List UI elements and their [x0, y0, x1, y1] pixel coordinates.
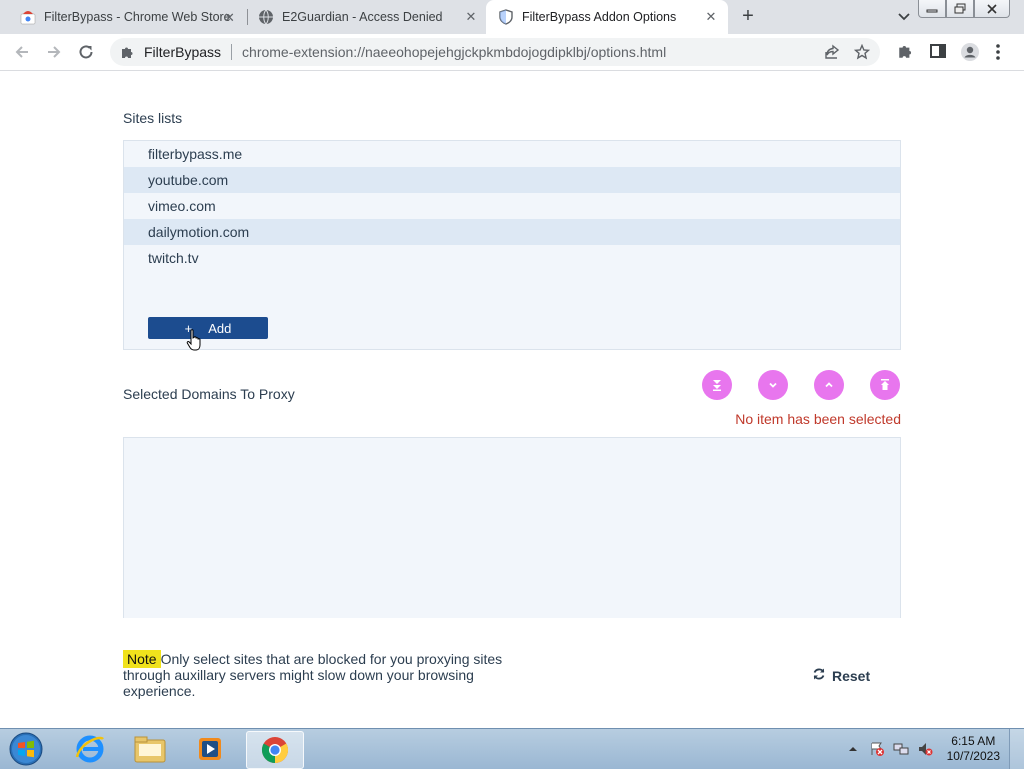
list-item[interactable]: twitch.tv	[124, 245, 900, 271]
list-item[interactable]: filterbypass.me	[124, 141, 900, 167]
more-menu-icon[interactable]	[994, 42, 1014, 62]
media-player-icon[interactable]	[182, 731, 238, 767]
selected-domains-heading: Selected Domains To Proxy	[123, 386, 295, 402]
list-item[interactable]: youtube.com	[124, 167, 900, 193]
globe-icon	[258, 9, 274, 25]
list-item[interactable]: vimeo.com	[124, 193, 900, 219]
selected-domains-list[interactable]	[123, 437, 901, 618]
add-button-label: Add	[208, 320, 232, 336]
status-message: No item has been selected	[735, 411, 901, 427]
divider	[231, 44, 233, 60]
chrome-icon[interactable]	[246, 731, 304, 769]
tab-e2guardian[interactable]: E2Guardian - Access Denied ✕	[248, 0, 486, 34]
shield-icon	[498, 9, 514, 25]
clock[interactable]: 6:15 AM 10/7/2023	[947, 734, 1000, 764]
hand-cursor-icon	[186, 329, 202, 353]
profile-avatar-icon[interactable]	[960, 42, 980, 62]
reset-button[interactable]: Reset	[812, 667, 870, 684]
back-icon[interactable]	[12, 42, 32, 62]
close-window-button[interactable]	[974, 0, 1010, 18]
internet-explorer-icon[interactable]	[62, 731, 118, 767]
clock-date: 10/7/2023	[946, 749, 1000, 763]
note-text: Note Only select sites that are blocked f…	[123, 650, 523, 699]
bookmark-star-icon[interactable]	[853, 43, 871, 63]
puzzle-icon	[120, 44, 136, 60]
address-bar[interactable]: FilterBypass chrome-extension://naeeohop…	[110, 38, 880, 66]
reset-label: Reset	[832, 667, 871, 684]
restore-button[interactable]	[946, 0, 974, 18]
action-center-icon[interactable]	[869, 741, 885, 757]
volume-muted-icon[interactable]	[917, 741, 933, 757]
sites-list-heading: Sites lists	[123, 110, 183, 126]
list-item[interactable]: dailymotion.com	[124, 219, 900, 245]
start-button[interactable]	[6, 731, 46, 767]
refresh-icon	[812, 667, 826, 684]
tab-title: E2Guardian - Access Denied	[282, 10, 443, 24]
note-badge: Note	[123, 650, 161, 668]
move-down-icon[interactable]	[758, 370, 788, 400]
note-body: Only select sites that are blocked for y…	[123, 651, 503, 699]
new-tab-button[interactable]: +	[738, 6, 758, 26]
clock-time: 6:15 AM	[951, 734, 996, 748]
reload-icon[interactable]	[76, 42, 96, 62]
file-explorer-icon[interactable]	[122, 731, 178, 767]
url-text: chrome-extension://naeeohopejehgjckpkmbd…	[242, 44, 667, 60]
move-up-icon[interactable]	[814, 370, 844, 400]
chevron-down-icon[interactable]	[895, 9, 913, 25]
options-page: Sites lists filterbypass.me youtube.com …	[0, 71, 1024, 728]
close-icon[interactable]: ✕	[464, 10, 478, 24]
tab-filterbypass-options[interactable]: FilterBypass Addon Options ✕	[486, 0, 728, 34]
add-site-button[interactable]: + Add	[148, 317, 268, 339]
move-top-icon[interactable]	[870, 370, 900, 400]
extension-name: FilterBypass	[144, 44, 222, 60]
show-hidden-icons-icon[interactable]	[845, 741, 861, 757]
move-bottom-icon[interactable]	[702, 370, 732, 400]
close-icon[interactable]: ✕	[704, 10, 718, 24]
omnibox-actions	[824, 43, 871, 63]
extensions-icon[interactable]	[897, 42, 917, 62]
tab-strip: FilterBypass - Chrome Web Store E2Guardi…	[0, 0, 1024, 34]
tab-chrome-web-store[interactable]: FilterBypass - Chrome Web Store	[0, 0, 246, 34]
browser-toolbar: FilterBypass chrome-extension://naeeohop…	[0, 34, 1024, 71]
sites-list: filterbypass.me youtube.com vimeo.com da…	[123, 140, 901, 350]
side-panel-icon[interactable]	[929, 42, 949, 62]
show-desktop-button[interactable]	[1009, 729, 1024, 769]
tab-title: FilterBypass - Chrome Web Store	[44, 10, 231, 24]
windows-taskbar: 6:15 AM 10/7/2023	[0, 728, 1024, 769]
share-icon[interactable]	[824, 44, 840, 63]
minimize-button[interactable]	[918, 0, 946, 18]
tab-title: FilterBypass Addon Options	[522, 10, 677, 24]
close-icon[interactable]: ✕	[224, 10, 235, 26]
network-icon[interactable]	[893, 741, 909, 757]
window-controls	[918, 0, 1010, 18]
system-tray: 6:15 AM 10/7/2023	[845, 729, 1024, 769]
chrome-web-store-icon	[20, 9, 36, 25]
forward-icon[interactable]	[44, 42, 64, 62]
